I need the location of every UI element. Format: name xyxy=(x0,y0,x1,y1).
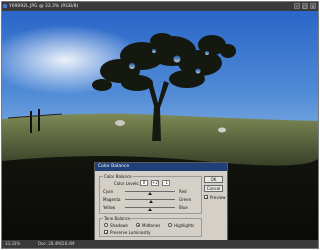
slider-right-label: Green xyxy=(179,197,192,202)
tone-balance-legend: Tone Balance xyxy=(103,216,132,221)
color-balance-legend: Color Balance xyxy=(103,174,133,179)
color-levels-label: Color Levels: xyxy=(114,181,140,186)
tone-balance-group: Tone Balance Shadows Midtones Highlights xyxy=(99,216,202,237)
slider-thumb[interactable] xyxy=(147,208,152,211)
slider-right-label: Blue xyxy=(179,205,188,210)
dialog-title[interactable]: Color Balance xyxy=(95,163,227,171)
checkbox[interactable]: ✓ xyxy=(204,195,208,200)
color-levels-row: Color Levels: 0 +2 -1 xyxy=(114,180,194,186)
checkbox[interactable]: ✓ xyxy=(104,230,108,235)
magenta-green-slider: Magenta Green xyxy=(103,197,200,204)
preserve-luminosity-checkbox[interactable]: ✓ Preserve Luminosity xyxy=(104,230,164,235)
window-controls: – □ × xyxy=(294,3,316,10)
color-balance-dialog: Color Balance Color Balance Color Levels… xyxy=(94,162,228,241)
radio-midtones[interactable]: Midtones xyxy=(136,223,166,228)
document-size-info[interactable]: Doc: 28.4M/28.4M xyxy=(38,240,74,248)
image-canvas[interactable]: Color Balance Color Balance Color Levels… xyxy=(2,11,318,241)
preview-checkbox[interactable]: ✓ Preview xyxy=(204,195,226,200)
slider-thumb[interactable] xyxy=(148,200,153,203)
status-bar: 33.33% Doc: 28.4M/28.4M xyxy=(2,240,318,248)
ok-button[interactable]: OK xyxy=(204,176,223,183)
maximize-icon[interactable]: □ xyxy=(302,3,308,9)
radio-highlights[interactable]: Highlights xyxy=(168,223,200,228)
color-balance-group: Color Balance Color Levels: 0 +2 -1 Cyan… xyxy=(99,174,202,214)
cyan-red-slider: Cyan Red xyxy=(103,189,200,196)
radio-button[interactable] xyxy=(104,223,108,227)
radio-label: Shadows xyxy=(110,223,128,228)
radio-label: Midtones xyxy=(142,223,161,228)
radio-shadows[interactable]: Shadows xyxy=(104,223,134,228)
slider-left-label: Cyan xyxy=(103,189,114,194)
checkbox-label: Preserve Luminosity xyxy=(110,230,151,235)
yellow-blue-level-field[interactable]: -1 xyxy=(162,180,170,186)
cyan-red-level-field[interactable]: 0 xyxy=(140,180,148,186)
slider-left-label: Magenta xyxy=(103,197,121,202)
document-window: Y09092L.JPG @ 33.3% (RGB/8) – □ × Color … xyxy=(1,1,319,249)
document-title-bar[interactable]: Y09092L.JPG @ 33.3% (RGB/8) – □ × xyxy=(2,2,318,11)
slider-left-label: Yellow xyxy=(103,205,116,210)
cancel-button[interactable]: Cancel xyxy=(204,185,223,192)
checkbox-label: Preview xyxy=(210,195,226,200)
document-icon xyxy=(3,4,7,8)
close-icon[interactable]: × xyxy=(310,3,316,9)
radio-button[interactable] xyxy=(136,223,140,227)
minimize-icon[interactable]: – xyxy=(294,3,300,9)
yellow-blue-slider: Yellow Blue xyxy=(103,205,200,212)
photoshop-workspace: Y09092L.JPG @ 33.3% (RGB/8) – □ × Color … xyxy=(0,0,320,250)
magenta-green-level-field[interactable]: +2 xyxy=(151,180,159,186)
radio-button[interactable] xyxy=(168,223,172,227)
zoom-level[interactable]: 33.33% xyxy=(5,240,20,248)
slider-right-label: Red xyxy=(179,189,187,194)
slider-thumb[interactable] xyxy=(148,192,152,195)
radio-label: Highlights xyxy=(174,223,195,228)
document-title: Y09092L.JPG @ 33.3% (RGB/8) xyxy=(9,4,79,9)
